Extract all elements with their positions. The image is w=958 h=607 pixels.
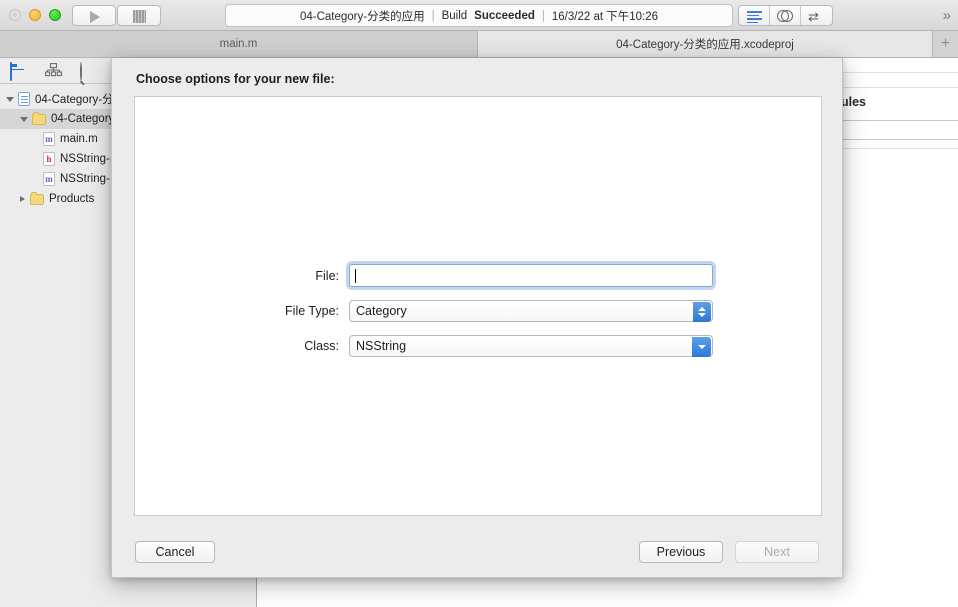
file-type-value: Category <box>356 303 407 318</box>
tree-item-label: 04-Category <box>51 113 115 125</box>
editor-text-field[interactable] <box>840 120 958 140</box>
stop-button[interactable] <box>117 5 161 26</box>
class-label: Class: <box>304 338 339 353</box>
play-icon <box>90 11 100 23</box>
disclosure-triangle-icon[interactable] <box>20 116 28 122</box>
version-editor-button[interactable]: ⇄ <box>801 6 832 25</box>
version-editor-icon: ⇄ <box>808 9 819 24</box>
traffic-lights <box>9 9 61 21</box>
cancel-button[interactable]: Cancel <box>135 541 215 563</box>
editor-section-heading: ules <box>841 95 867 109</box>
file-type-popup[interactable]: Category <box>349 299 713 322</box>
tree-item-label: main.m <box>60 133 98 145</box>
run-button[interactable] <box>72 5 116 26</box>
disclosure-triangle-icon[interactable] <box>6 96 14 102</box>
hierarchy-icon[interactable] <box>45 63 62 78</box>
form-row-file-type: File Type: Category <box>135 296 821 325</box>
text-caret <box>355 268 356 283</box>
tab-main-m[interactable]: main.m <box>0 31 478 57</box>
status-separator-1: | <box>431 9 435 22</box>
previous-button[interactable]: Previous <box>639 541 723 563</box>
new-file-options-sheet: Choose options for your new file: File: … <box>111 58 843 578</box>
folder-icon[interactable] <box>10 62 27 81</box>
m-file-icon: m <box>43 172 55 186</box>
tree-item-label: NSString- <box>60 153 110 165</box>
folder-icon <box>32 111 46 125</box>
hierarchy-glyph <box>45 63 62 77</box>
form-row-file: File: <box>135 261 821 290</box>
stop-icon <box>133 10 146 23</box>
project-icon <box>18 92 30 106</box>
tab-bar: main.m 04-Category-分类的应用.xcodeproj + <box>0 31 958 58</box>
file-name-input[interactable] <box>349 264 713 287</box>
window-toolbar: 04-Category-分类的应用 | Build Succeeded | 16… <box>0 0 958 31</box>
tab-xcodeproj[interactable]: 04-Category-分类的应用.xcodeproj <box>478 31 933 57</box>
status-timestamp: 16/3/22 at 下午10:26 <box>551 10 659 23</box>
sheet-title: Choose options for your new file: <box>136 72 335 86</box>
sheet-button-row: Cancel Previous Next <box>112 541 842 563</box>
status-build-result: Succeeded <box>474 9 535 22</box>
search-icon[interactable] <box>80 62 97 81</box>
next-button: Next <box>735 541 819 563</box>
status-separator-2: | <box>541 9 545 22</box>
tree-item-label: 04-Category-分 <box>35 94 114 106</box>
zoom-window-button[interactable] <box>49 9 61 21</box>
editor-mode-segmented-control: ⇄ <box>738 5 833 26</box>
file-label: File: <box>315 268 339 283</box>
m-file-icon: m <box>43 132 55 146</box>
file-type-label: File Type: <box>285 303 339 318</box>
folder-icon <box>30 191 44 205</box>
new-tab-button[interactable]: + <box>933 31 958 57</box>
assistant-editor-icon <box>777 10 794 23</box>
class-value: NSString <box>356 338 407 353</box>
status-build-prefix: Build <box>441 9 468 22</box>
standard-editor-button[interactable] <box>739 6 770 25</box>
disclosure-triangle-icon[interactable] <box>20 196 25 202</box>
tree-item-label: Products <box>49 193 95 205</box>
form-row-class: Class: NSString <box>135 331 821 360</box>
options-form: File: File Type: Category Class: NSStrin… <box>135 261 821 366</box>
sheet-content-area: File: File Type: Category Class: NSStrin… <box>134 96 822 516</box>
stepper-chevron-icon[interactable] <box>693 301 711 322</box>
close-window-button[interactable] <box>9 9 21 21</box>
tree-item-label: NSString- <box>60 173 110 185</box>
toolbar-overflow-icon[interactable]: » <box>943 7 951 24</box>
h-file-icon: h <box>43 152 55 166</box>
activity-status-bar: 04-Category-分类的应用 | Build Succeeded | 16… <box>225 4 733 27</box>
assistant-editor-button[interactable] <box>770 6 801 25</box>
status-scheme-name: 04-Category-分类的应用 <box>299 10 425 23</box>
xcode-window: 04-Category-分类的应用 | Build Succeeded | 16… <box>0 0 958 607</box>
class-combo-box[interactable]: NSString <box>349 334 713 357</box>
minimize-window-button[interactable] <box>29 9 41 21</box>
chevron-down-icon[interactable] <box>692 336 711 357</box>
standard-editor-icon <box>747 11 762 23</box>
